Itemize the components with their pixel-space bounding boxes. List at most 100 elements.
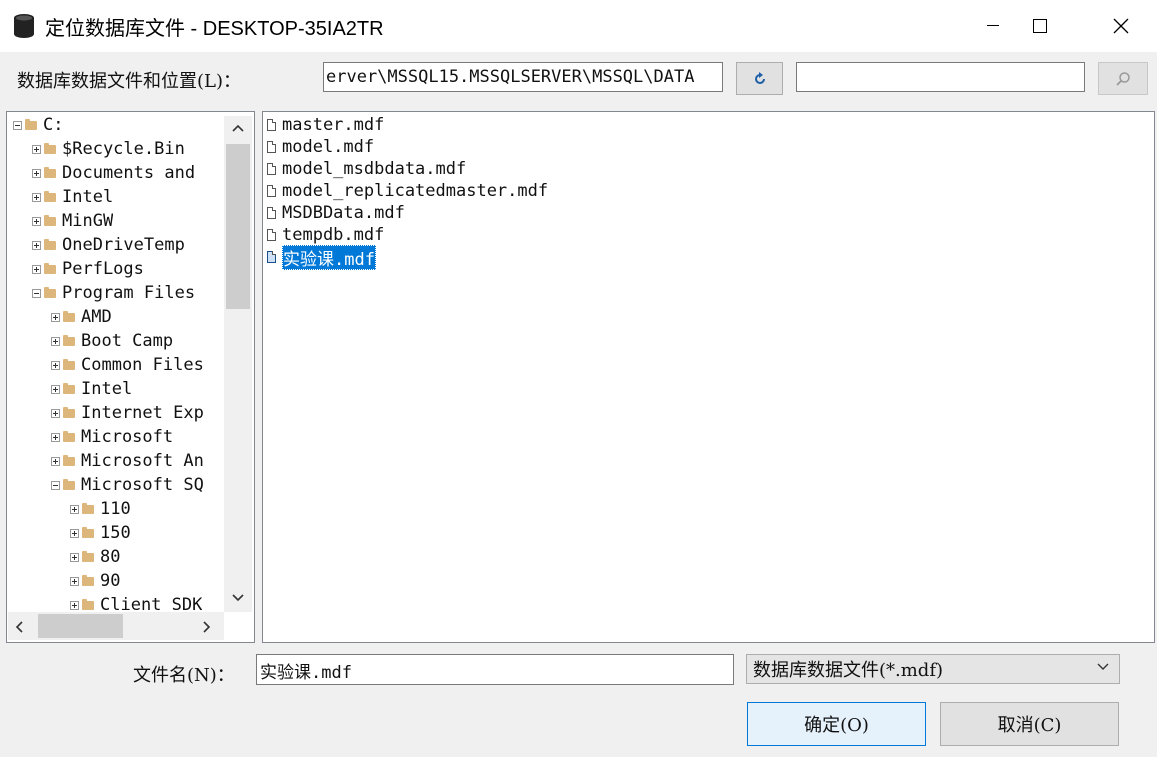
expand-icon[interactable] <box>70 600 79 610</box>
tree-item[interactable]: 80 <box>70 545 120 569</box>
folder-tree[interactable]: C: $Recycle.Bin Documents and Intel MinGW One… <box>6 111 255 643</box>
file-name: model_msdbdata.mdf <box>282 159 467 179</box>
folder-icon <box>63 430 75 442</box>
filename-input-value: 实验课.mdf <box>260 663 352 683</box>
file-icon <box>267 163 276 175</box>
tree-item[interactable]: Microsoft SQ <box>51 473 204 497</box>
maximize-icon <box>1033 19 1047 33</box>
expand-icon[interactable] <box>51 456 60 466</box>
file-item[interactable]: model_msdbdata.mdf <box>267 158 466 180</box>
tree-item[interactable]: Documents and <box>32 161 195 185</box>
tree-item[interactable]: Intel <box>32 185 113 209</box>
filename-input[interactable]: 实验课.mdf <box>256 654 734 685</box>
search-icon <box>1116 71 1130 86</box>
folder-icon <box>44 166 56 178</box>
file-item[interactable]: model_replicatedmaster.mdf <box>267 180 548 202</box>
tree-item-label: C: <box>43 115 64 135</box>
expand-icon[interactable] <box>70 528 79 538</box>
expand-icon[interactable] <box>70 576 79 586</box>
tree-item-label: PerfLogs <box>62 259 144 279</box>
file-icon <box>267 185 276 197</box>
expand-icon[interactable] <box>32 168 41 178</box>
tree-item[interactable]: Program Files <box>32 281 195 305</box>
expand-icon[interactable] <box>51 432 60 442</box>
expand-icon[interactable] <box>32 240 41 250</box>
tree-item[interactable]: $Recycle.Bin <box>32 137 185 161</box>
collapse-icon[interactable] <box>13 120 22 130</box>
folder-icon <box>63 454 75 466</box>
tree-item-label: Microsoft SQ <box>81 475 204 495</box>
tree-item[interactable]: Intel <box>51 377 132 401</box>
ok-button[interactable]: 确定(O) <box>747 702 926 746</box>
tree-item-label: Intel <box>62 187 114 207</box>
scroll-up-icon[interactable] <box>232 124 244 132</box>
file-name: 实验课.mdf <box>282 244 376 270</box>
tree-item[interactable]: PerfLogs <box>32 257 144 281</box>
expand-icon[interactable] <box>70 504 79 514</box>
close-button[interactable] <box>1096 0 1146 52</box>
file-name: MSDBData.mdf <box>282 203 405 223</box>
scroll-down-icon[interactable] <box>232 594 244 602</box>
collapse-icon[interactable] <box>32 288 41 298</box>
file-item[interactable]: tempdb.mdf <box>267 224 384 246</box>
expand-icon[interactable] <box>51 384 60 394</box>
tree-item-label: 90 <box>100 571 121 591</box>
expand-icon[interactable] <box>51 312 60 322</box>
folder-icon <box>63 478 75 490</box>
collapse-icon[interactable] <box>51 480 60 490</box>
folder-icon <box>44 190 56 202</box>
tree-item[interactable]: MinGW <box>32 209 113 233</box>
file-name: master.mdf <box>282 115 385 135</box>
tree-item[interactable]: Internet Exp <box>51 401 204 425</box>
folder-icon <box>82 598 94 610</box>
maximize-button[interactable] <box>1015 0 1065 52</box>
filename-label: 文件名(N)： <box>133 665 235 686</box>
file-icon <box>267 229 276 241</box>
file-item[interactable]: MSDBData.mdf <box>267 202 405 224</box>
minimize-button[interactable] <box>968 0 1018 52</box>
tree-horizontal-scrollbar[interactable] <box>8 612 224 640</box>
minimize-icon <box>987 25 999 26</box>
search-button[interactable] <box>1098 62 1148 95</box>
file-list[interactable]: master.mdf model.mdf model_msdbdata.mdf mod… <box>262 111 1155 643</box>
tree-item[interactable]: Boot Camp <box>51 329 173 353</box>
file-item[interactable]: model.mdf <box>267 136 374 158</box>
folder-icon <box>25 118 37 130</box>
tree-item[interactable]: OneDriveTemp <box>32 233 185 257</box>
scroll-left-icon[interactable] <box>15 621 23 633</box>
expand-icon[interactable] <box>51 336 60 346</box>
tree-item[interactable]: 150 <box>70 521 131 545</box>
expand-icon[interactable] <box>70 552 79 562</box>
folder-icon <box>44 142 56 154</box>
database-icon <box>14 14 34 38</box>
file-item[interactable]: 实验课.mdf <box>267 244 376 270</box>
tree-vertical-scroll-thumb[interactable] <box>226 144 250 309</box>
search-input[interactable] <box>796 62 1085 92</box>
tree-item[interactable]: Microsoft An <box>51 449 204 473</box>
tree-item[interactable]: Microsoft <box>51 425 173 449</box>
file-item[interactable]: master.mdf <box>267 114 384 136</box>
expand-icon[interactable] <box>32 216 41 226</box>
tree-vertical-scrollbar[interactable] <box>224 116 252 612</box>
tree-horizontal-scroll-thumb[interactable] <box>38 614 123 638</box>
tree-item[interactable]: Common Files <box>51 353 204 377</box>
filetype-select[interactable]: 数据库数据文件(*.mdf) <box>746 654 1120 684</box>
expand-icon[interactable] <box>51 360 60 370</box>
tree-item[interactable]: AMD <box>51 305 112 329</box>
expand-icon[interactable] <box>32 192 41 202</box>
tree-item[interactable]: C: <box>13 113 63 137</box>
tree-item[interactable]: 110 <box>70 497 131 521</box>
tree-item-label: $Recycle.Bin <box>62 139 185 159</box>
expand-icon[interactable] <box>51 408 60 418</box>
scroll-right-icon[interactable] <box>203 621 211 633</box>
tree-item[interactable]: 90 <box>70 569 120 593</box>
cancel-button[interactable]: 取消(C) <box>940 702 1119 746</box>
expand-icon[interactable] <box>32 264 41 274</box>
folder-icon <box>63 334 75 346</box>
tree-item-label: Intel <box>81 379 133 399</box>
refresh-button[interactable] <box>736 62 783 95</box>
tree-item-label: MinGW <box>62 211 114 231</box>
folder-icon <box>63 406 75 418</box>
expand-icon[interactable] <box>32 144 41 154</box>
path-input[interactable]: erver\MSSQL15.MSSQLSERVER\MSSQL\DATA <box>323 62 723 92</box>
